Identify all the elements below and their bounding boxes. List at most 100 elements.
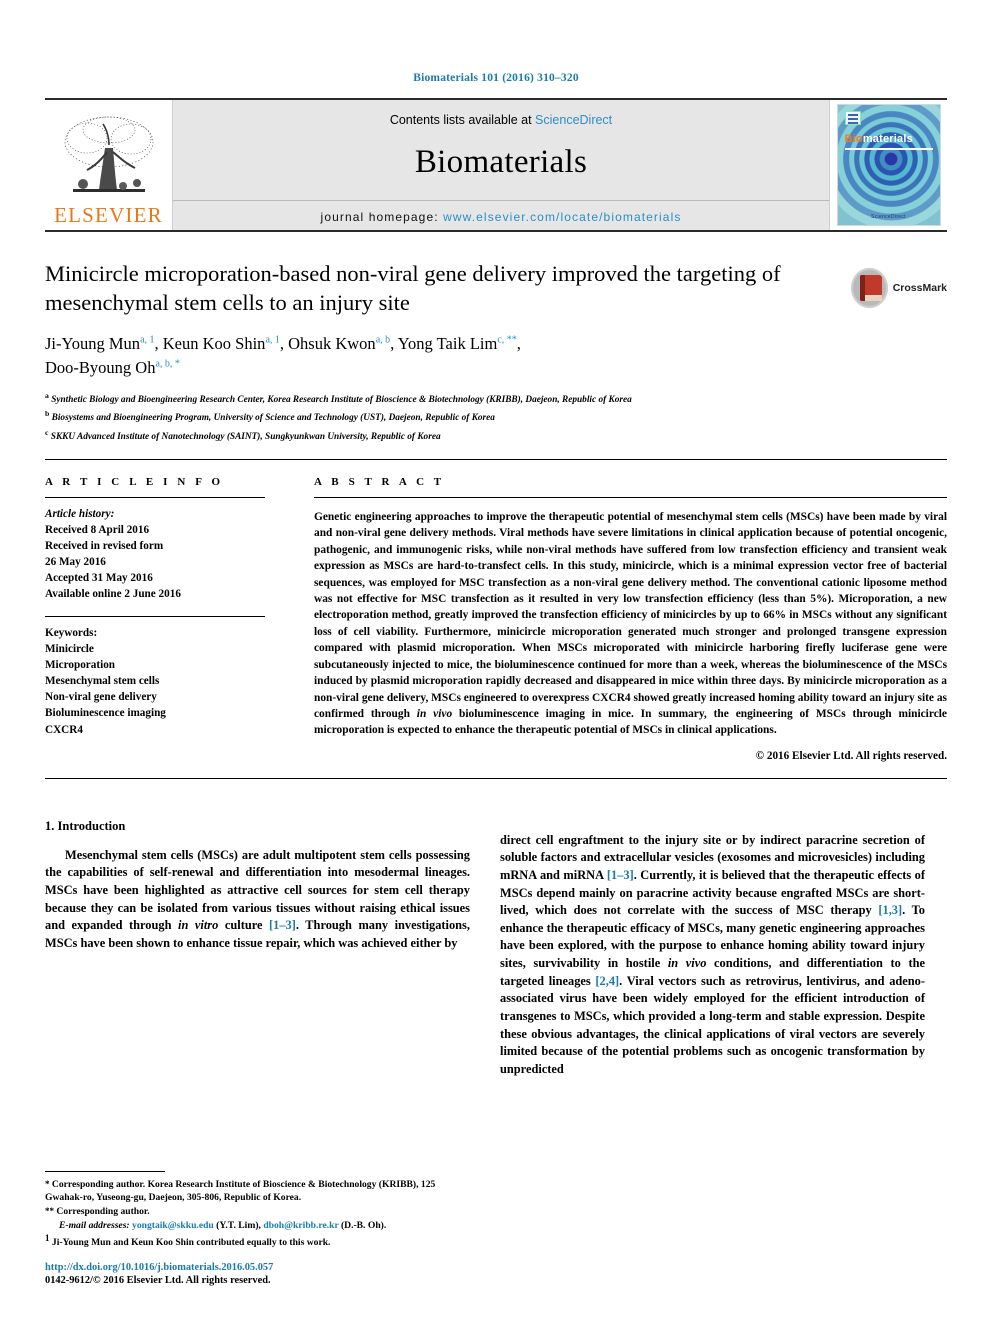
- author-affil-mark: a, 1: [140, 334, 155, 346]
- article-history: Article history: Received 8 April 2016 R…: [45, 506, 265, 602]
- author-separator: ,: [516, 333, 521, 353]
- title-block: Minicircle microporation-based non-viral…: [45, 260, 947, 445]
- email-link-2[interactable]: dboh@kribb.re.kr: [263, 1220, 338, 1231]
- history-item: 26 May 2016: [45, 555, 106, 568]
- email-line: E-mail addresses: yongtaik@skku.edu (Y.T…: [59, 1219, 470, 1233]
- keyword-item: Microporation: [45, 659, 116, 672]
- author-name: Keun Koo Shin: [162, 333, 266, 353]
- homepage-prefix: journal homepage:: [320, 210, 444, 224]
- journal-cover-cell: Biomaterials ScienceDirect: [829, 100, 947, 230]
- body-column-left: 1. Introduction Mesenchymal stem cells (…: [45, 819, 470, 1079]
- page-title: Minicircle microporation-based non-viral…: [45, 261, 781, 315]
- article-info-rule: [45, 496, 265, 498]
- equal-contribution-note: 1 Ji-Young Mun and Keun Koo Shin contrib…: [45, 1232, 470, 1250]
- keywords-rule: [45, 616, 265, 618]
- author-affil-mark: a, b, *: [155, 358, 180, 370]
- elsevier-logo: ELSEVIER: [45, 100, 173, 230]
- banner-divider: [173, 200, 829, 201]
- corresponding-mark: *: [45, 1178, 50, 1189]
- crossmark-label: CrossMark: [892, 282, 947, 294]
- doi-block: http://dx.doi.org/10.1016/j.biomaterials…: [45, 1262, 470, 1286]
- keywords-label: Keywords:: [45, 627, 98, 640]
- history-item: Available online 2 June 2016: [45, 588, 181, 600]
- affiliation-mark: a: [45, 391, 49, 401]
- footnote-block: * Corresponding author. Korea Research I…: [45, 1170, 470, 1286]
- cover-underline: [844, 148, 933, 150]
- journal-title: Biomaterials: [414, 144, 588, 180]
- citation-link[interactable]: [1,3]: [878, 903, 902, 917]
- cover-footer-text: ScienceDirect: [871, 214, 906, 220]
- affiliation-mark: b: [45, 409, 50, 419]
- banner-center: Contents lists available at ScienceDirec…: [173, 100, 829, 230]
- copyright-line: © 2016 Elsevier Ltd. All rights reserved…: [755, 749, 947, 762]
- body-columns: 1. Introduction Mesenchymal stem cells (…: [45, 819, 947, 1079]
- footnote-rule: [45, 1170, 165, 1172]
- authors-line-1: Ji-Young Muna, 1, Keun Koo Shina, 1, Ohs…: [45, 334, 521, 353]
- info-abstract-section: A R T I C L E I N F O Article history: R…: [45, 476, 947, 762]
- author-item: Doo-Byoung Oha, b, *: [45, 358, 180, 377]
- equal-contribution-mark: 1: [45, 1233, 50, 1244]
- author-affil-mark: a, b: [375, 334, 391, 346]
- author-name: Ohsuk Kwon: [288, 333, 376, 353]
- authors-line-2: Doo-Byoung Oha, b, *: [45, 358, 180, 377]
- article-page: Biomaterials 101 (2016) 310–320 ELSEVIER…: [0, 0, 992, 1323]
- elsevier-tree-icon: [64, 116, 153, 192]
- abstract-heading: A B S T R A C T: [314, 475, 445, 488]
- keyword-item: Minicircle: [45, 643, 94, 656]
- author-separator: ,: [279, 333, 289, 353]
- history-item: Accepted 31 May 2016: [45, 571, 153, 584]
- affiliation-item: a Synthetic Biology and Bioengineering R…: [45, 390, 947, 408]
- citation-link[interactable]: [1–3]: [269, 918, 296, 932]
- keyword-item: Bioluminescence imaging: [45, 707, 166, 720]
- abstract-rule: [314, 496, 947, 498]
- cover-publisher-icon: [844, 111, 861, 125]
- keyword-item: CXCR4: [45, 723, 83, 736]
- crossmark-icon: [851, 268, 888, 308]
- affiliation-item: b Biosystems and Bioengineering Program,…: [45, 408, 947, 426]
- intro-paragraph-left: Mesenchymal stem cells (MSCs) are adult …: [45, 847, 470, 950]
- author-list: Ji-Young Muna, 1, Keun Koo Shina, 1, Ohs…: [45, 332, 947, 380]
- author-item: Ohsuk Kwona, b,: [288, 334, 398, 353]
- equal-contribution-text: Ji-Young Mun and Keun Koo Shin contribut…: [51, 1237, 331, 1249]
- body-column-right: direct cell engraftment to the injury si…: [500, 819, 925, 1079]
- author-separator: ,: [390, 333, 398, 353]
- author-item: Ji-Young Muna, 1,: [45, 334, 163, 353]
- citation-link[interactable]: [2,4]: [595, 974, 619, 988]
- affiliation-text: Biosystems and Bioengineering Program, U…: [51, 413, 495, 424]
- article-info-column: A R T I C L E I N F O Article history: R…: [45, 476, 283, 762]
- history-item: Received in revised form: [45, 539, 164, 552]
- corresponding-text: Corresponding author.: [56, 1205, 150, 1217]
- banner-bottom-rule: [45, 230, 947, 232]
- elsevier-wordmark: ELSEVIER: [54, 203, 163, 227]
- sciencedirect-link[interactable]: ScienceDirect: [535, 113, 612, 127]
- corresponding-mark: **: [45, 1205, 54, 1216]
- abstract-italic-phrase: in vivo: [416, 707, 453, 720]
- affiliation-item: c SKKU Advanced Institute of Nanotechnol…: [45, 427, 947, 445]
- italic-phrase: in vivo: [667, 956, 707, 971]
- running-head: Biomaterials 101 (2016) 310–320: [413, 72, 579, 84]
- intro-paragraph-right: direct cell engraftment to the injury si…: [500, 832, 926, 1076]
- introduction-heading: 1. Introduction: [45, 818, 126, 833]
- contents-prefix: Contents lists available at: [389, 113, 536, 127]
- journal-homepage-line: journal homepage: www.elsevier.com/locat…: [321, 210, 682, 224]
- article-history-label: Article history:: [45, 507, 115, 520]
- crossmark-badge[interactable]: CrossMark: [851, 262, 947, 314]
- article-info-heading: A R T I C L E I N F O: [45, 475, 224, 488]
- abstract-text: Genetic engineering approaches to improv…: [314, 510, 947, 737]
- cover-title-bio: Bio: [844, 133, 863, 145]
- email-link-1[interactable]: yongtaik@skku.edu: [132, 1220, 214, 1231]
- author-item: Keun Koo Shina, 1,: [163, 334, 288, 353]
- homepage-url-link[interactable]: www.elsevier.com/locate/biomaterials: [443, 210, 681, 224]
- affiliation-mark: c: [45, 427, 49, 437]
- doi-link[interactable]: http://dx.doi.org/10.1016/j.biomaterials…: [45, 1262, 470, 1273]
- keyword-item: Non-viral gene delivery: [45, 691, 157, 704]
- journal-cover-image[interactable]: Biomaterials ScienceDirect: [836, 104, 941, 226]
- affiliation-text: SKKU Advanced Institute of Nanotechnolog…: [50, 431, 441, 442]
- citation-link[interactable]: [1–3]: [607, 868, 634, 882]
- author-name: Ji-Young Mun: [45, 333, 141, 353]
- author-affil-mark: a, 1: [265, 334, 280, 346]
- affiliation-text: Synthetic Biology and Bioengineering Res…: [51, 395, 632, 406]
- keywords-block: Keywords: Minicircle Microporation Mesen…: [45, 625, 265, 737]
- issn-copyright: 0142-9612/© 2016 Elsevier Ltd. All right…: [45, 1275, 271, 1286]
- abstract-column: A B S T R A C T Genetic engineering appr…: [283, 476, 947, 762]
